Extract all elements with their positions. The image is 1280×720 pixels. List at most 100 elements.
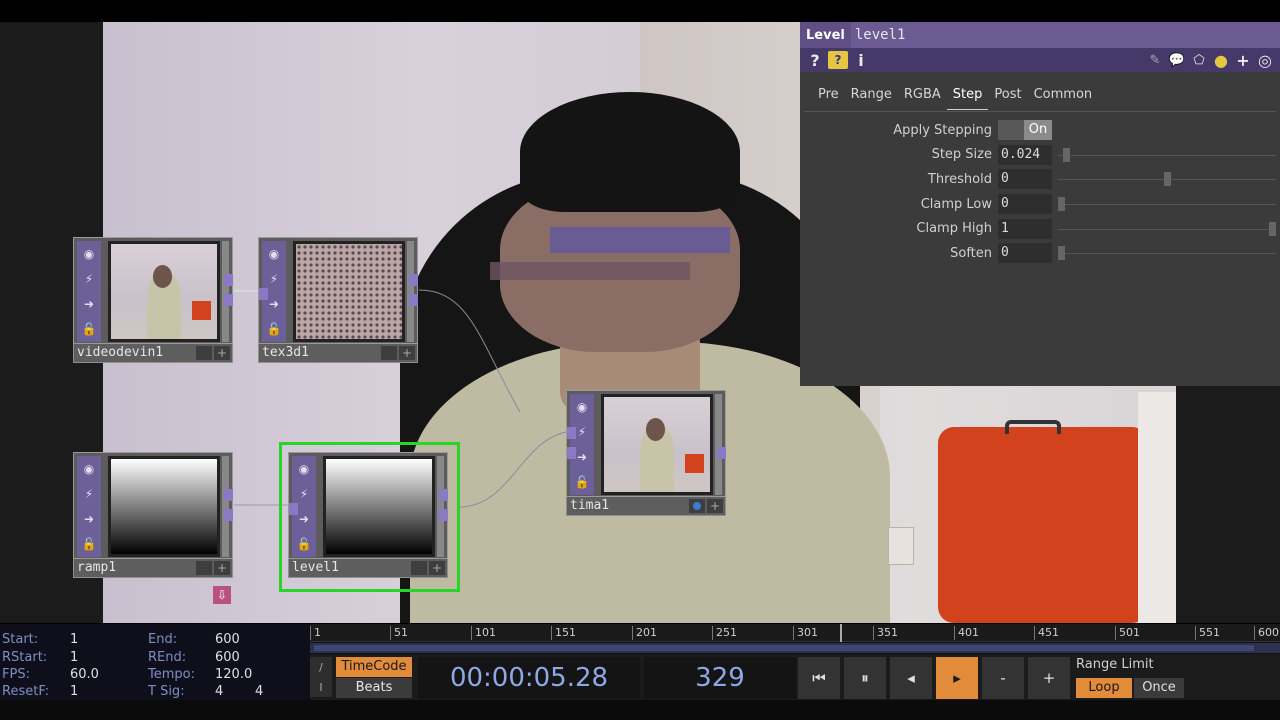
tab-common[interactable]: Common <box>1028 84 1099 110</box>
rstart-value[interactable]: 1 <box>70 650 78 665</box>
minus-button[interactable]: - <box>982 657 1024 699</box>
range-bar-fill[interactable] <box>314 645 1254 651</box>
apply-stepping-toggle[interactable]: On <box>998 120 1052 141</box>
render-flag[interactable]: + <box>707 499 723 513</box>
threshold-field[interactable]: 0 <box>998 169 1052 190</box>
display-flag[interactable] <box>689 499 705 513</box>
tempo-value[interactable]: 120.0 <box>215 667 252 682</box>
threshold-slider[interactable] <box>1052 169 1276 189</box>
display-flag[interactable] <box>381 346 397 360</box>
render-flag[interactable]: + <box>214 346 230 360</box>
step-back-icon[interactable]: ◂ <box>890 657 932 699</box>
edit-icon[interactable]: ✎ <box>1144 49 1166 71</box>
node-body[interactable]: ◉ ⚡ ➜ 🔓 <box>566 390 726 497</box>
node-name-bar[interactable]: ramp1 + <box>73 559 233 578</box>
clamp-high-slider[interactable] <box>1052 219 1276 239</box>
lock-icon[interactable]: 🔓 <box>575 475 590 489</box>
viewer-icon[interactable]: ◉ <box>84 247 94 261</box>
output-port[interactable] <box>224 274 233 286</box>
range-bar[interactable] <box>310 643 1280 653</box>
end-value[interactable]: 600 <box>215 632 240 647</box>
cook-icon[interactable]: ⚡ <box>270 272 278 286</box>
target-icon[interactable]: ◎ <box>1254 49 1276 71</box>
rend-value[interactable]: 600 <box>215 650 240 665</box>
frame-display[interactable]: 329 <box>644 657 796 699</box>
slider-knob[interactable] <box>1269 221 1276 236</box>
toggle-off-half[interactable] <box>998 120 1024 141</box>
export-icon[interactable]: ➜ <box>577 450 587 464</box>
tsig-denominator[interactable]: 4 <box>255 684 263 699</box>
start-value[interactable]: 1 <box>70 632 78 647</box>
playhead[interactable] <box>840 624 842 642</box>
node-body[interactable]: ◉ ⚡ ➜ 🔓 <box>73 452 233 559</box>
plus-button[interactable]: + <box>1028 657 1070 699</box>
display-flag[interactable] <box>196 346 212 360</box>
python-icon[interactable]: ● <box>1210 49 1232 71</box>
step-size-slider[interactable] <box>1052 145 1276 165</box>
python-help-icon[interactable]: ? <box>828 51 848 69</box>
beats-button[interactable]: Beats <box>336 678 412 698</box>
slider-knob[interactable] <box>1163 172 1171 187</box>
slider-knob[interactable] <box>1063 147 1071 162</box>
cook-icon[interactable]: ⚡ <box>85 487 93 501</box>
viewer-icon[interactable]: ◉ <box>577 400 587 414</box>
timecode-button[interactable]: TimeCode <box>336 657 412 677</box>
bypass-down-icon[interactable]: ⇩ <box>213 586 231 604</box>
node-name-bar[interactable]: tex3d1 + <box>258 344 418 363</box>
clamp-high-field[interactable]: 1 <box>998 218 1052 239</box>
slider-knob[interactable] <box>1058 246 1065 261</box>
step-size-field[interactable]: 0.024 <box>998 144 1052 165</box>
pause-icon[interactable]: ⏸ <box>844 657 886 699</box>
display-flag[interactable] <box>196 561 212 575</box>
input-port[interactable] <box>259 288 268 300</box>
tab-step[interactable]: Step <box>946 84 989 110</box>
plus-icon[interactable]: + <box>1232 49 1254 71</box>
comment-icon[interactable]: 💬 <box>1166 49 1188 71</box>
soften-field[interactable]: 0 <box>998 243 1052 264</box>
node-name-bar[interactable]: tima1 + <box>566 497 726 516</box>
loop-button[interactable]: Loop <box>1076 678 1132 698</box>
clone-icon[interactable]: ⬠ <box>1188 49 1210 71</box>
info-icon[interactable]: i <box>850 49 872 71</box>
network-editor-background[interactable]: ◉ ⚡ ➜ 🔓 videodevin1 + ◉ ⚡ ➜ 🔓 tex3d1 + ◉… <box>0 22 1280 623</box>
input-port[interactable] <box>567 427 576 439</box>
node-name-bar[interactable]: videodevin1 + <box>73 344 233 363</box>
render-flag[interactable]: + <box>399 346 415 360</box>
soften-slider[interactable] <box>1052 243 1276 263</box>
toggle-on-label[interactable]: On <box>1024 120 1052 141</box>
tab-rgba[interactable]: RGBA <box>898 84 947 110</box>
render-flag[interactable]: + <box>214 561 230 575</box>
cook-icon[interactable]: ⚡ <box>578 425 586 439</box>
output-port[interactable] <box>409 294 418 306</box>
op-name-field[interactable]: level1 <box>850 22 1280 48</box>
tab-range[interactable]: Range <box>845 84 898 110</box>
lock-icon[interactable]: 🔓 <box>82 537 97 551</box>
clamp-low-field[interactable]: 0 <box>998 194 1052 215</box>
timecode-display[interactable]: 00:00:05.28 <box>418 657 640 699</box>
clamp-low-slider[interactable] <box>1052 194 1276 214</box>
viewer-icon[interactable]: ◉ <box>269 247 279 261</box>
cook-icon[interactable]: ⚡ <box>85 272 93 286</box>
tsig-numerator[interactable]: 4 <box>215 684 223 699</box>
play-icon[interactable]: ▸ <box>936 657 978 699</box>
export-icon[interactable]: ➜ <box>269 297 279 311</box>
export-icon[interactable]: ➜ <box>84 512 94 526</box>
output-port[interactable] <box>409 274 418 286</box>
resetf-value[interactable]: 1 <box>70 684 78 699</box>
input-port[interactable] <box>567 447 576 459</box>
lock-icon[interactable]: 🔓 <box>82 322 97 336</box>
output-port[interactable] <box>224 509 233 521</box>
help-icon[interactable]: ? <box>804 49 826 71</box>
viewer-icon[interactable]: ◉ <box>84 462 94 476</box>
once-button[interactable]: Once <box>1134 678 1184 698</box>
slider-knob[interactable] <box>1058 197 1065 212</box>
time-mode-switch[interactable]: / I <box>310 657 332 697</box>
export-icon[interactable]: ➜ <box>84 297 94 311</box>
fps-value[interactable]: 60.0 <box>70 667 99 682</box>
node-body[interactable]: ◉ ⚡ ➜ 🔓 <box>73 237 233 344</box>
skip-to-start-icon[interactable]: ⏮ <box>798 657 840 699</box>
tab-post[interactable]: Post <box>988 84 1027 110</box>
output-port[interactable] <box>224 489 233 501</box>
timeline-ruler[interactable]: 1 51 101 151 201 251 301 351 401 451 501… <box>310 624 1280 642</box>
lock-icon[interactable]: 🔓 <box>267 322 282 336</box>
